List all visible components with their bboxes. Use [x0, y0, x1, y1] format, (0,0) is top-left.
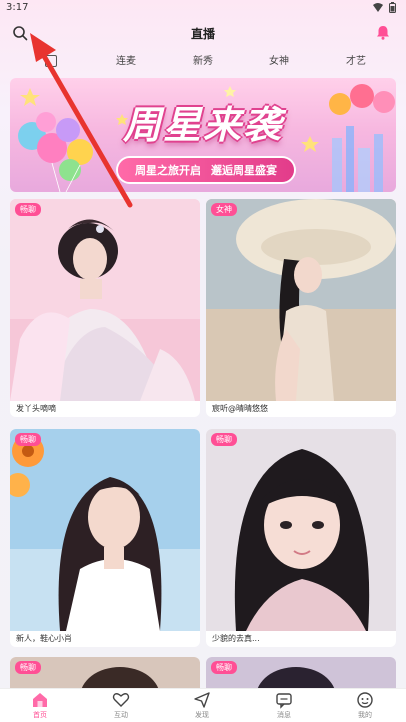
page-title: 直播: [190, 27, 215, 41]
banner-title: 周星来袭: [122, 103, 283, 147]
live-card-image: 畅聊: [206, 429, 396, 631]
category-tabs: 连麦 新秀 女神 才艺: [0, 52, 406, 70]
nav-discover-label: 发现: [195, 711, 209, 719]
card-title: 宸听@晴晴悠悠: [212, 404, 268, 413]
live-card[interactable]: 畅聊 少貌的去真...: [206, 429, 396, 647]
live-card-image: 女神: [206, 199, 396, 401]
nav-messages[interactable]: 消息: [264, 691, 304, 720]
card-tag: 畅聊: [15, 203, 41, 216]
wifi-icon: [373, 3, 383, 12]
tab-caiyi[interactable]: 才艺: [346, 52, 366, 67]
nav-profile-label: 我的: [358, 711, 372, 719]
status-time: 3:17: [6, 2, 29, 13]
nav-home[interactable]: 首页: [20, 691, 60, 720]
card-tag: 女神: [211, 203, 237, 216]
notification-button[interactable]: [376, 25, 392, 41]
top-bar: 直播: [0, 16, 406, 48]
status-bar: 3:17: [0, 0, 406, 16]
bottom-navigation: 首页 互动 发现 消息 我的: [0, 688, 406, 722]
nav-profile[interactable]: 我的: [345, 691, 385, 720]
status-icons: [373, 2, 396, 13]
banner-pill-left: 周星之旅开启: [135, 164, 201, 177]
nav-messages-label: 消息: [277, 711, 291, 719]
tab-nvshen[interactable]: 女神: [269, 52, 289, 67]
live-card[interactable]: 女神 宸听@晴晴悠悠: [206, 199, 396, 417]
banner-pill: 周星之旅开启 邂逅周星盛宴: [118, 158, 294, 182]
tab-xinxiu[interactable]: 新秀: [193, 52, 213, 67]
message-icon: [276, 693, 292, 709]
profile-icon: [357, 692, 373, 708]
card-tag: 畅聊: [15, 433, 41, 446]
card-title: 发丫头嘀嘀: [16, 404, 56, 413]
tab-active-indicator[interactable]: [45, 55, 57, 67]
banner-pill-right: 邂逅周星盛宴: [211, 164, 277, 177]
live-card-image: 畅聊: [10, 199, 200, 401]
nav-interact-label: 互动: [114, 711, 128, 719]
promo-banner[interactable]: 周星来袭 周星之旅开启 邂逅周星盛宴: [10, 78, 396, 192]
tab-lianmai[interactable]: 连麦: [116, 52, 136, 67]
card-tag: 畅聊: [211, 433, 237, 446]
nav-home-label: 首页: [33, 711, 47, 719]
live-card-image: 畅聊: [10, 429, 200, 631]
live-card[interactable]: 畅聊 新人，鞋心小肖: [10, 429, 200, 647]
nav-interact[interactable]: 互动: [101, 691, 141, 720]
card-title: 新人，鞋心小肖: [16, 634, 72, 643]
send-icon: [194, 692, 210, 708]
card-title: 少貌的去真...: [212, 634, 260, 643]
bell-icon: [377, 26, 389, 40]
live-card[interactable]: 畅聊 发丫头嘀嘀: [10, 199, 200, 417]
battery-icon: [389, 2, 396, 13]
nav-discover[interactable]: 发现: [182, 691, 222, 720]
heart-icon: [112, 693, 130, 707]
card-tag: 畅聊: [211, 661, 237, 674]
home-icon: [33, 693, 47, 707]
card-tag: 畅聊: [15, 661, 41, 674]
